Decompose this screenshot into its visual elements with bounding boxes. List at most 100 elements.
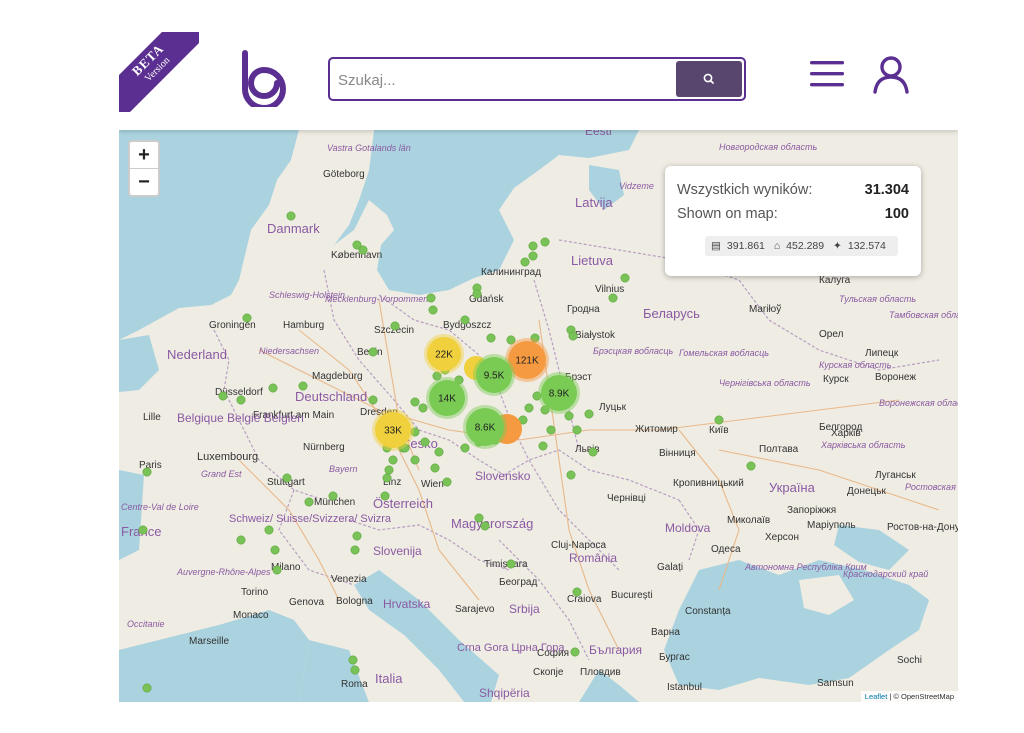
map-label-chernivtsi: Чернівці bbox=[607, 493, 646, 504]
location-pin[interactable] bbox=[368, 395, 378, 405]
map-label-plovdiv: Пловдив bbox=[580, 667, 621, 678]
location-pin[interactable] bbox=[350, 545, 360, 555]
cluster-count: 121K bbox=[515, 356, 539, 367]
map-label-belarus: Беларусь bbox=[643, 306, 700, 321]
location-pin[interactable] bbox=[460, 315, 470, 325]
map-label-schweiz: Schweiz/ Suisse/Svizzera/ Svizra bbox=[229, 513, 392, 525]
map-label-galati: Galați bbox=[657, 562, 683, 573]
map-label-kobenhavn: København bbox=[331, 250, 382, 261]
location-pin[interactable] bbox=[388, 455, 398, 465]
location-pin[interactable] bbox=[236, 395, 246, 405]
location-pin[interactable] bbox=[538, 441, 548, 451]
location-pin[interactable] bbox=[546, 425, 556, 435]
map-label-vastra-gotaland: Vastra Gotalands län bbox=[327, 143, 411, 153]
location-pin[interactable] bbox=[282, 473, 292, 483]
map-label-monaco: Monaco bbox=[233, 610, 269, 621]
person-count: 132.574 bbox=[847, 240, 886, 252]
location-pin[interactable] bbox=[350, 665, 360, 675]
user-account-button[interactable] bbox=[871, 54, 911, 94]
location-pin[interactable] bbox=[328, 491, 338, 501]
location-pin[interactable] bbox=[520, 257, 530, 267]
location-pin[interactable] bbox=[298, 381, 308, 391]
location-pin[interactable] bbox=[368, 347, 378, 357]
location-pin[interactable] bbox=[540, 237, 550, 247]
location-pin[interactable] bbox=[572, 587, 582, 597]
map-label-lipetsk: Липецк bbox=[865, 348, 899, 359]
leaflet-link[interactable]: Leaflet bbox=[865, 692, 888, 701]
cluster-marker[interactable]: 8.6K bbox=[463, 405, 507, 449]
location-pin[interactable] bbox=[584, 409, 594, 419]
location-pin[interactable] bbox=[142, 683, 152, 693]
cluster-count: 22K bbox=[435, 350, 453, 361]
location-pin[interactable] bbox=[142, 467, 152, 477]
location-pin[interactable] bbox=[384, 465, 394, 475]
location-pin[interactable] bbox=[566, 470, 576, 480]
location-pin[interactable] bbox=[460, 443, 470, 453]
map-label-craiova: Craiova bbox=[567, 594, 602, 605]
map-label-belgique: Belgique België Belgien bbox=[177, 411, 304, 425]
location-pin[interactable] bbox=[568, 331, 578, 341]
search-input[interactable] bbox=[336, 67, 670, 93]
location-pin[interactable] bbox=[352, 531, 362, 541]
location-pin[interactable] bbox=[304, 497, 314, 507]
map-label-lietuva: Lietuva bbox=[571, 253, 614, 268]
location-pin[interactable] bbox=[358, 245, 368, 255]
location-pin[interactable] bbox=[138, 525, 148, 535]
location-pin[interactable] bbox=[524, 403, 534, 413]
location-pin[interactable] bbox=[410, 397, 420, 407]
menu-button[interactable] bbox=[809, 58, 845, 90]
location-pin[interactable] bbox=[420, 437, 430, 447]
location-pin[interactable] bbox=[486, 333, 496, 343]
location-pin[interactable] bbox=[564, 411, 574, 421]
logo[interactable] bbox=[237, 49, 293, 111]
location-pin[interactable] bbox=[714, 415, 724, 425]
location-pin[interactable] bbox=[434, 447, 444, 457]
location-pin[interactable] bbox=[528, 251, 538, 261]
location-pin[interactable] bbox=[442, 477, 452, 487]
location-pin[interactable] bbox=[268, 383, 278, 393]
cluster-marker[interactable]: 9.5K bbox=[473, 354, 515, 396]
cluster-marker[interactable]: 8.9K bbox=[538, 372, 580, 414]
location-pin[interactable] bbox=[472, 289, 482, 299]
map-label-wien: Wien bbox=[421, 479, 444, 490]
location-pin[interactable] bbox=[418, 403, 428, 413]
location-pin[interactable] bbox=[620, 273, 630, 283]
location-pin[interactable] bbox=[572, 425, 582, 435]
map-label-eesti: Eesti bbox=[585, 130, 612, 138]
map-label-lille: Lille bbox=[143, 412, 161, 423]
location-pin[interactable] bbox=[382, 473, 392, 483]
location-pin[interactable] bbox=[286, 211, 296, 221]
map-label-poltava: Полтава bbox=[759, 444, 799, 455]
zoom-out-button[interactable]: − bbox=[130, 168, 158, 195]
zoom-in-button[interactable]: + bbox=[130, 142, 158, 168]
location-pin[interactable] bbox=[474, 513, 484, 523]
location-pin[interactable] bbox=[380, 491, 390, 501]
location-pin[interactable] bbox=[348, 655, 358, 665]
location-pin[interactable] bbox=[426, 293, 436, 303]
cluster-marker[interactable]: 22K bbox=[424, 334, 464, 374]
location-pin[interactable] bbox=[410, 455, 420, 465]
location-pin[interactable] bbox=[242, 313, 252, 323]
location-pin[interactable] bbox=[270, 545, 280, 555]
location-pin[interactable] bbox=[218, 391, 228, 401]
map-label-occitanie: Occitanie bbox=[127, 619, 165, 629]
search-button[interactable] bbox=[676, 61, 742, 97]
location-pin[interactable] bbox=[746, 461, 756, 471]
cluster-marker[interactable]: 14K bbox=[426, 377, 468, 419]
location-pin[interactable] bbox=[428, 305, 438, 315]
location-pin[interactable] bbox=[480, 521, 490, 531]
location-pin[interactable] bbox=[506, 559, 516, 569]
map-label-moldova: Moldova bbox=[665, 521, 711, 535]
location-pin[interactable] bbox=[588, 447, 598, 457]
location-pin[interactable] bbox=[608, 293, 618, 303]
location-pin[interactable] bbox=[528, 241, 538, 251]
location-pin[interactable] bbox=[264, 525, 274, 535]
location-pin[interactable] bbox=[272, 565, 282, 575]
location-pin[interactable] bbox=[570, 647, 580, 657]
cluster-marker[interactable]: 33K bbox=[372, 409, 414, 451]
location-pin[interactable] bbox=[236, 535, 246, 545]
location-pin[interactable] bbox=[390, 321, 400, 331]
archive-count: 391.861 bbox=[726, 240, 765, 252]
cluster-count: 8.9K bbox=[549, 389, 570, 400]
location-pin[interactable] bbox=[430, 463, 440, 473]
